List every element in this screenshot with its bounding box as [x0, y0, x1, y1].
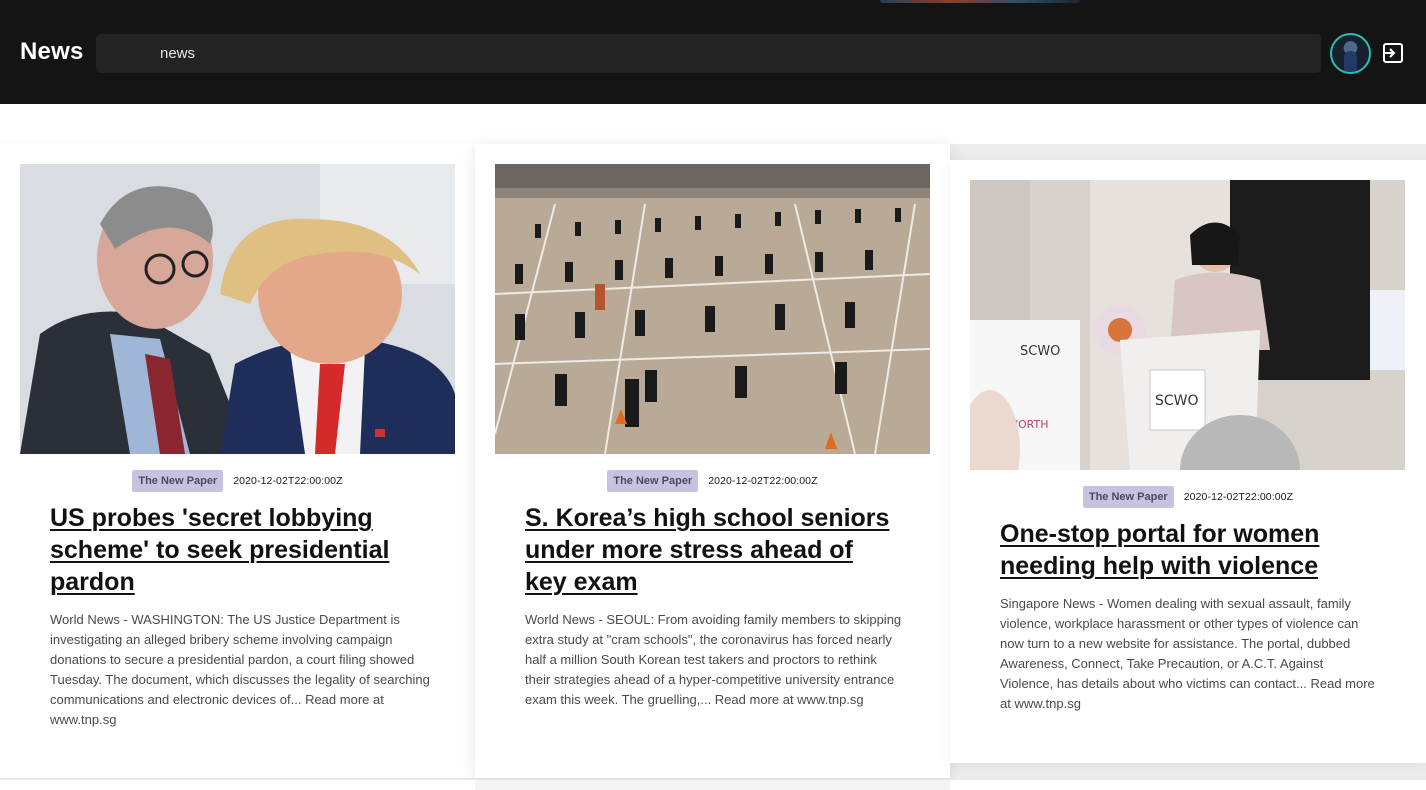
- article-image[interactable]: SCWO AL WORTH SCWO: [970, 180, 1405, 470]
- next-article-card[interactable]: [950, 780, 1426, 790]
- article-meta: The New Paper 2020-12-02T22:00:00Z: [0, 470, 475, 492]
- publish-date: 2020-12-02T22:00:00Z: [1183, 491, 1294, 503]
- source-badge[interactable]: The New Paper: [1082, 486, 1174, 508]
- svg-text:SCWO: SCWO: [1155, 393, 1199, 409]
- source-badge[interactable]: The New Paper: [132, 470, 224, 492]
- article-summary: Singapore News - Women dealing with sexu…: [1000, 596, 1375, 711]
- article-image[interactable]: [20, 164, 455, 454]
- logout-icon[interactable]: [1381, 41, 1405, 65]
- search-input[interactable]: [96, 34, 1321, 73]
- article-image[interactable]: [495, 164, 930, 454]
- article-meta: The New Paper 2020-12-02T22:00:00Z: [475, 470, 950, 492]
- article-title-link[interactable]: S. Korea’s high school seniors under mor…: [525, 502, 900, 598]
- user-avatar[interactable]: [1330, 33, 1371, 74]
- article-summary: World News - SEOUL: From avoiding family…: [525, 612, 902, 707]
- publish-date: 2020-12-02T22:00:00Z: [708, 475, 818, 487]
- article-card[interactable]: SCWO AL WORTH SCWO The New Paper 2020-12…: [950, 160, 1426, 763]
- next-article-card[interactable]: [475, 780, 950, 790]
- search-bar[interactable]: [96, 34, 1321, 73]
- top-header: News: [0, 0, 1426, 104]
- article-card[interactable]: The New Paper 2020-12-02T22:00:00Z US pr…: [0, 144, 475, 778]
- header-decoration: [880, 0, 1080, 3]
- publish-date: 2020-12-02T22:00:00Z: [233, 475, 343, 487]
- svg-text:SCWO: SCWO: [1020, 344, 1060, 359]
- article-card[interactable]: The New Paper 2020-12-02T22:00:00Z S. Ko…: [475, 144, 950, 778]
- article-summary: World News - WASHINGTON: The US Justice …: [50, 612, 430, 727]
- article-title-link[interactable]: One-stop portal for women needing help w…: [1000, 518, 1375, 582]
- article-meta: The New Paper 2020-12-02T22:00:00Z: [950, 486, 1426, 508]
- source-badge[interactable]: The New Paper: [607, 470, 699, 492]
- next-article-card[interactable]: [0, 780, 475, 790]
- content-top-spacer: [0, 104, 1426, 144]
- brand-title: News: [20, 38, 84, 65]
- article-title-link[interactable]: US probes 'secret lobbying scheme' to se…: [50, 502, 425, 598]
